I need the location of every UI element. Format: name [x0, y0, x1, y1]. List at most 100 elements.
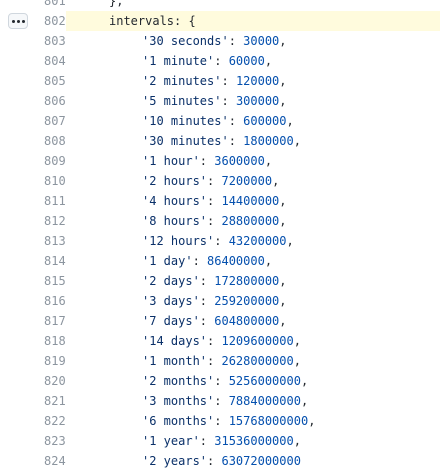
- code-text: '1 minute': 60000,: [66, 51, 440, 71]
- code-line: 823'1 year': 31536000000,: [0, 431, 440, 451]
- code-punctuation: ,: [293, 434, 301, 448]
- line-gutter: [0, 431, 44, 451]
- line-gutter: [0, 371, 44, 391]
- code-string-key: '14 days': [142, 334, 208, 348]
- code-line: 813'12 hours': 43200000,: [0, 231, 440, 251]
- code-number-value: 5256000000: [228, 374, 301, 388]
- code-string-key: '2 hours': [142, 174, 208, 188]
- code-string-key: '1 month': [142, 354, 208, 368]
- code-number-value: 604800000: [214, 314, 280, 328]
- code-text: '2 minutes': 120000,: [66, 71, 440, 91]
- code-text: '2 hours': 7200000,: [66, 171, 440, 191]
- code-line: 824'2 years': 63072000000: [0, 451, 440, 471]
- code-string-key: '2 minutes': [142, 74, 222, 88]
- code-number-value: 120000: [235, 74, 280, 88]
- code-punctuation: ,: [279, 74, 287, 88]
- code-punctuation: ,: [279, 214, 287, 228]
- code-number-value: 1800000: [243, 134, 294, 148]
- code-punctuation: :: [207, 454, 222, 468]
- code-string-key: '2 months': [142, 374, 215, 388]
- code-punctuation: ,: [264, 154, 273, 168]
- code-number-value: 1209600000: [221, 334, 294, 348]
- code-text: '30 minutes': 1800000,: [66, 131, 440, 151]
- line-gutter: [0, 311, 44, 331]
- code-line: 801 },: [0, 0, 440, 11]
- code-number-value: 7884000000: [228, 394, 301, 408]
- code-text: '2 years': 63072000000: [66, 451, 440, 471]
- code-punctuation: :: [214, 374, 229, 388]
- code-punctuation: :: [199, 154, 215, 168]
- code-string-key: '2 days': [142, 274, 200, 288]
- code-number-value: 60000: [228, 54, 265, 68]
- code-number-value: 172800000: [214, 274, 280, 288]
- code-punctuation: :: [199, 314, 215, 328]
- line-gutter: [0, 391, 44, 411]
- code-punctuation: :: [207, 174, 222, 188]
- code-number-value: 3600000: [214, 154, 265, 168]
- code-string-key: '3 days': [142, 294, 200, 308]
- code-punctuation: :: [207, 214, 222, 228]
- code-string-key: '30 minutes': [142, 134, 229, 148]
- code-punctuation: :: [199, 294, 215, 308]
- code-punctuation: ,: [264, 54, 273, 68]
- code-punctuation: :: [228, 114, 244, 128]
- code-text: '1 hour': 3600000,: [66, 151, 440, 171]
- line-gutter: [0, 131, 44, 151]
- code-text: intervals: {: [66, 11, 440, 31]
- code-number-value: 63072000000: [221, 454, 301, 468]
- code-number-value: 43200000: [228, 234, 287, 248]
- code-number-value: 30000: [243, 34, 280, 48]
- code-line: 815'2 days': 172800000,: [0, 271, 440, 291]
- code-text: '3 months': 7884000000,: [66, 391, 440, 411]
- code-text: '12 hours': 43200000,: [66, 231, 440, 251]
- code-line: 822'6 months': 15768000000,: [0, 411, 440, 431]
- code-string-key: '5 minutes': [142, 94, 222, 108]
- code-string-key: '30 seconds': [142, 34, 229, 48]
- code-string-key: '3 months': [142, 394, 215, 408]
- code-punctuation: :: [199, 434, 215, 448]
- code-line: 811'4 hours': 14400000,: [0, 191, 440, 211]
- code-text: '2 days': 172800000,: [66, 271, 440, 291]
- line-gutter: [0, 451, 44, 471]
- code-line: 809'1 hour': 3600000,: [0, 151, 440, 171]
- code-line: 816'3 days': 259200000,: [0, 291, 440, 311]
- code-punctuation: :: [207, 334, 222, 348]
- code-punctuation: ,: [286, 234, 294, 248]
- code-string-key: '1 year': [142, 434, 200, 448]
- code-text: '2 months': 5256000000,: [66, 371, 440, 391]
- code-text: '3 days': 259200000,: [66, 291, 440, 311]
- code-number-value: 86400000: [207, 254, 265, 268]
- code-punctuation: :: [192, 254, 208, 268]
- code-line: 820'2 months': 5256000000,: [0, 371, 440, 391]
- code-punctuation: ,: [279, 274, 287, 288]
- code-punctuation: ,: [279, 314, 287, 328]
- line-gutter: [0, 151, 44, 171]
- code-punctuation: ,: [293, 334, 301, 348]
- code-string-key: '10 minutes': [142, 114, 229, 128]
- code-text: '10 minutes': 600000,: [66, 111, 440, 131]
- code-line: 807'10 minutes': 600000,: [0, 111, 440, 131]
- line-gutter: [0, 11, 44, 31]
- line-gutter: [0, 171, 44, 191]
- code-number-value: 2628000000: [221, 354, 294, 368]
- code-punctuation: },: [109, 0, 124, 8]
- kebab-horizontal-icon[interactable]: [8, 13, 28, 29]
- code-string-key: '1 hour': [142, 154, 200, 168]
- code-line: 803'30 seconds': 30000,: [0, 31, 440, 51]
- code-line: 805'2 minutes': 120000,: [0, 71, 440, 91]
- code-punctuation: :: [214, 54, 229, 68]
- code-string-key: '1 minute': [142, 54, 215, 68]
- code-punctuation: ,: [308, 414, 316, 428]
- code-viewer: 801 }, 802 intervals: { 803'30 seconds':…: [0, 0, 440, 468]
- line-gutter: [0, 71, 44, 91]
- code-number-value: 259200000: [214, 294, 280, 308]
- code-text: '14 days': 1209600000,: [66, 331, 440, 351]
- code-string-key: '1 day': [142, 254, 193, 268]
- line-gutter: [0, 411, 44, 431]
- code-punctuation: :: [207, 354, 222, 368]
- code-punctuation: :: [199, 274, 215, 288]
- code-text: '8 hours': 28800000,: [66, 211, 440, 231]
- code-punctuation: ,: [264, 254, 273, 268]
- code-line: 814'1 day': 86400000,: [0, 251, 440, 271]
- code-string-key: '12 hours': [142, 234, 215, 248]
